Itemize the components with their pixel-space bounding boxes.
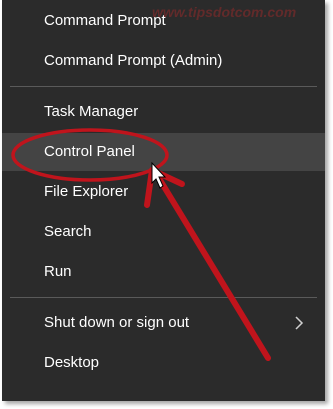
menu-item-label: File Explorer: [44, 183, 129, 200]
menu-separator: [10, 86, 317, 87]
menu-item-run[interactable]: Run: [2, 253, 325, 291]
menu-item-label: Run: [44, 263, 72, 280]
menu-item-command-prompt-admin[interactable]: Command Prompt (Admin): [2, 42, 325, 80]
menu-item-file-explorer[interactable]: File Explorer: [2, 173, 325, 211]
menu-item-shut-down[interactable]: Shut down or sign out: [2, 304, 325, 342]
menu-item-search[interactable]: Search: [2, 213, 325, 251]
menu-item-control-panel[interactable]: Control Panel: [2, 133, 325, 171]
menu-item-label: Shut down or sign out: [44, 314, 190, 331]
chevron-right-icon: [295, 316, 304, 330]
menu-item-label: Control Panel: [44, 143, 135, 160]
menu-item-label: Command Prompt (Admin): [44, 52, 223, 69]
context-menu: www.tipsdotcom.com Command Prompt Comman…: [2, 0, 325, 401]
menu-item-label: Command Prompt: [44, 12, 166, 29]
menu-item-label: Search: [44, 223, 92, 240]
menu-item-label: Desktop: [44, 354, 100, 371]
menu-item-task-manager[interactable]: Task Manager: [2, 93, 325, 131]
menu-separator: [10, 297, 317, 298]
menu-item-desktop[interactable]: Desktop: [2, 344, 325, 382]
menu-item-label: Task Manager: [44, 103, 139, 120]
menu-item-command-prompt[interactable]: Command Prompt: [2, 2, 325, 40]
